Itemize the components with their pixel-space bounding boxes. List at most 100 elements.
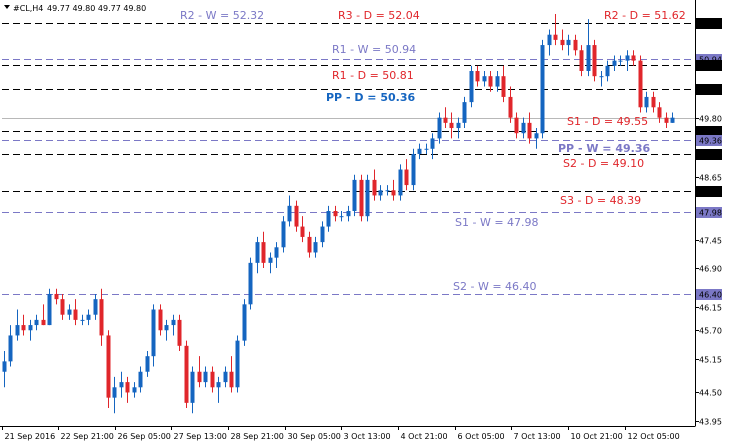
- candle-body: [300, 226, 305, 237]
- candle-body: [119, 382, 124, 388]
- candle-body: [352, 179, 357, 211]
- candle-body: [599, 76, 604, 78]
- y-tick-label: 45.15: [699, 356, 722, 365]
- x-tick-label: 27 Sep 13:00: [174, 432, 227, 441]
- candle-body: [287, 205, 292, 222]
- candle-body: [274, 247, 279, 258]
- x-tick-label: 7 Oct 13:00: [514, 432, 561, 441]
- y-tick-label: 46.40: [699, 291, 722, 300]
- candle-body: [326, 211, 331, 227]
- candle-body: [15, 325, 20, 336]
- candle-body: [93, 299, 98, 315]
- time-axis: 21 Sep 2016 22 Sep 21:00 26 Sep 05:00 27 Se…: [2, 426, 680, 441]
- candle-body: [540, 45, 545, 134]
- candle-body: [34, 319, 39, 326]
- candle-body: [508, 96, 513, 118]
- candle-body: [521, 122, 526, 134]
- x-tick-label: 10 Oct 21:00: [571, 432, 623, 441]
- candle-body: [475, 71, 480, 82]
- x-tick-label: 12 Oct 05:00: [628, 432, 680, 441]
- pivot-label: S1 - D = 49.55: [567, 115, 648, 128]
- candle-body: [592, 45, 597, 77]
- candle-body: [488, 76, 493, 87]
- pivot-label: R3 - D = 52.04: [338, 9, 420, 22]
- candle-body: [443, 117, 448, 123]
- candle-body: [449, 122, 454, 129]
- candle-body: [385, 190, 390, 192]
- candle-body: [430, 138, 435, 149]
- dropdown-triangle-icon[interactable]: [4, 5, 10, 9]
- price-chart: R2 - W = 52.32 R3 - D = 52.04 R2 - D = 51.…: [0, 0, 722, 441]
- candle-body: [216, 382, 221, 388]
- candle-body: [547, 34, 552, 46]
- candle-body: [424, 148, 429, 150]
- candle-body: [644, 96, 649, 108]
- candle-body: [586, 45, 591, 71]
- candle-body: [73, 309, 78, 320]
- candle-body: [203, 371, 208, 383]
- candle-body: [80, 319, 85, 321]
- candle-body: [333, 211, 338, 217]
- candle-body: [67, 309, 72, 315]
- candle-body: [47, 293, 52, 326]
- candle-body: [112, 387, 117, 398]
- candle-body: [404, 169, 409, 186]
- candle-body: [339, 216, 344, 218]
- symbol-label: #CL,H4: [13, 4, 43, 13]
- pivot-label: S2 - W = 46.40: [453, 280, 537, 293]
- y-tick-label: 46.90: [699, 265, 722, 274]
- candle-body: [41, 319, 46, 326]
- candle-body: [365, 179, 370, 217]
- ohlc-header: 49.77 49.80 49.77 49.80: [47, 4, 146, 13]
- x-tick-label: 28 Sep 21:00: [231, 432, 284, 441]
- y-tick-label: 51.62: [699, 20, 722, 29]
- y-tick-label: 45.70: [699, 327, 722, 336]
- candle-body: [437, 117, 442, 139]
- x-tick-label: 4 Oct 21:00: [401, 432, 448, 441]
- candle-body: [28, 325, 33, 331]
- candle-body: [495, 76, 500, 87]
- candle-body: [313, 242, 318, 253]
- candle-body: [261, 242, 266, 263]
- candle-body: [553, 34, 558, 40]
- candle-body: [171, 319, 176, 326]
- x-tick-label: 3 Oct 13:00: [344, 432, 391, 441]
- candle-body: [184, 345, 189, 403]
- candle-body: [462, 102, 467, 123]
- candle-body: [372, 179, 377, 196]
- y-tick-label: 49.36: [699, 137, 722, 146]
- price-axis: 51.6250.9450.8150.3649.8049.5549.3649.10…: [695, 18, 722, 427]
- candle-body: [2, 361, 7, 372]
- candle-body: [255, 242, 260, 263]
- y-tick-label: 43.95: [699, 418, 722, 427]
- candle-body: [651, 96, 656, 108]
- candle-body: [346, 211, 351, 217]
- candle-body: [132, 387, 137, 393]
- candle-body: [138, 371, 143, 388]
- candle-body: [229, 371, 234, 388]
- chart-header: #CL,H4 49.77 49.80 49.77 49.80: [4, 4, 146, 13]
- pivot-label: S2 - D = 49.10: [563, 157, 644, 170]
- candle-body: [605, 65, 610, 77]
- candle-body: [618, 60, 623, 62]
- candle-body: [210, 371, 215, 388]
- candle-body: [398, 169, 403, 196]
- candle-body: [359, 179, 364, 217]
- candle-body: [86, 314, 91, 320]
- x-tick-label: 30 Sep 05:00: [288, 432, 341, 441]
- y-tick-label: 49.80: [699, 115, 722, 124]
- y-tick-label: 46.15: [699, 304, 722, 313]
- candle-body: [514, 117, 519, 134]
- pivot-label: PP - D = 50.36: [326, 91, 415, 104]
- pivot-label: PP - W = 49.36: [558, 142, 650, 155]
- candle-body: [482, 76, 487, 82]
- candle-body: [566, 39, 571, 46]
- x-tick-label: 22 Sep 21:00: [61, 432, 114, 441]
- candle-body: [223, 371, 228, 383]
- x-tick-label: 26 Sep 05:00: [118, 432, 171, 441]
- y-tick-label: 47.45: [699, 237, 722, 246]
- candle-body: [378, 190, 383, 196]
- pivot-label: S3 - D = 48.39: [560, 194, 641, 207]
- candle-body: [638, 60, 643, 108]
- candle-body: [307, 236, 312, 253]
